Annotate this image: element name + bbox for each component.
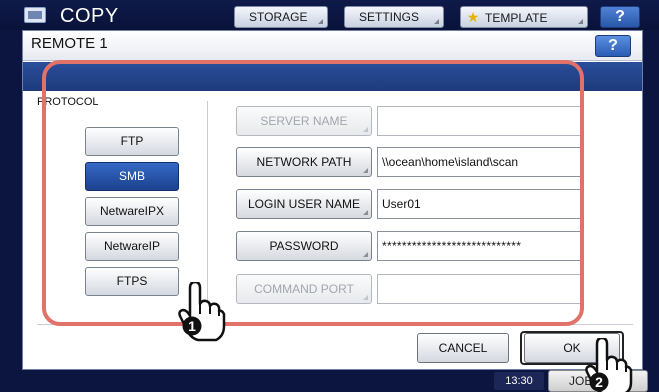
pointing-hand-icon: 2 [585,338,633,392]
highlight-frame [42,60,584,326]
tab-settings[interactable]: SETTINGS [344,6,444,28]
step-2-number: 2 [595,374,603,390]
clock: 13:30 [494,372,544,390]
copy-icon [24,7,46,23]
corner-arrow-icon [434,19,439,24]
tab-settings-label: SETTINGS [359,10,420,24]
corner-arrow-icon [578,19,583,24]
step-1-number: 1 [188,318,196,334]
dialog-help-button[interactable]: ? [595,35,631,57]
cancel-button[interactable]: CANCEL [417,333,509,363]
star-icon: ★ [466,9,480,25]
corner-arrow-icon [318,19,323,24]
app-title: COPY [60,5,119,27]
tab-storage[interactable]: STORAGE [234,6,328,28]
app-help-button[interactable]: ? [600,6,640,28]
tab-template-label: TEMPLATE [485,11,548,25]
app-left-frame [0,30,22,392]
dialog-title: REMOTE 1 [31,35,108,52]
pointing-hand-icon: 1 [178,282,226,342]
tab-storage-label: STORAGE [249,10,308,24]
tab-template[interactable]: ★ TEMPLATE [460,6,588,28]
app-right-frame [643,30,659,392]
dialog-titlebar: REMOTE 1 ? [23,31,642,61]
